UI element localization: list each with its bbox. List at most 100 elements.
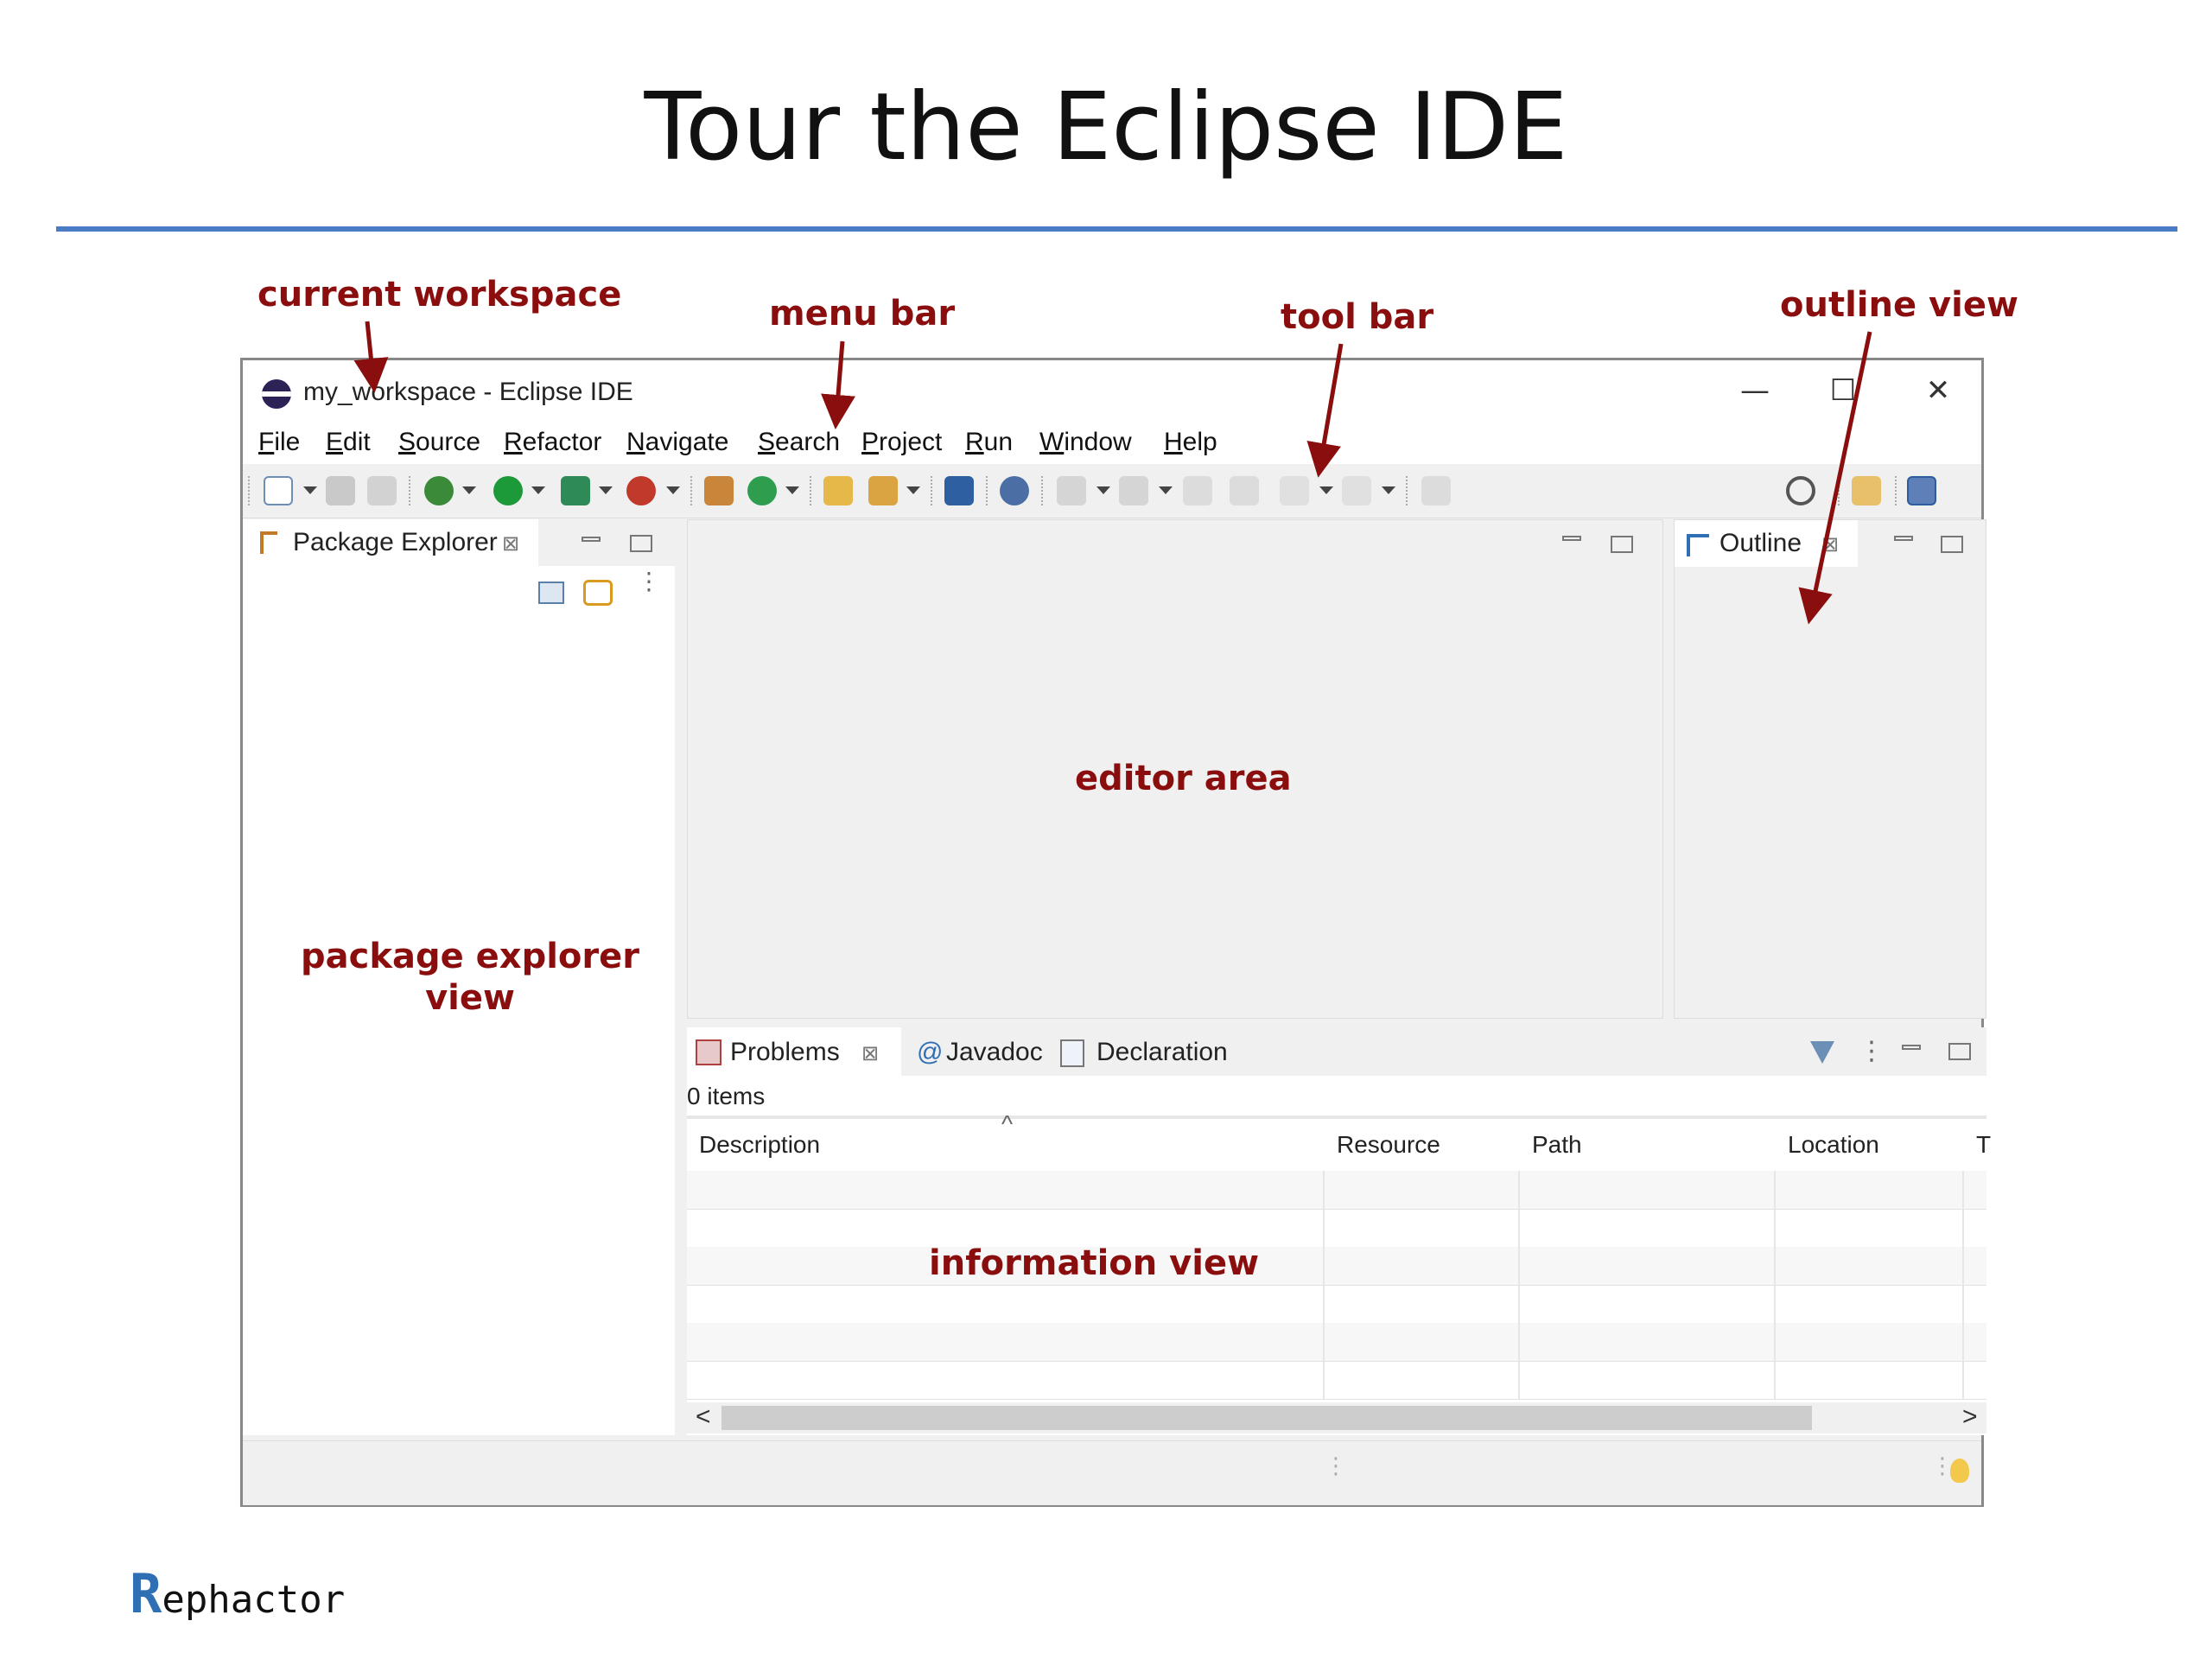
scroll-left-arrow-icon[interactable]: < bbox=[696, 1402, 711, 1432]
minimize-view-icon[interactable] bbox=[1902, 1045, 1921, 1050]
menu-refactor[interactable]: Refactor bbox=[504, 428, 601, 457]
scrollbar-thumb[interactable] bbox=[721, 1406, 1812, 1430]
close-button[interactable]: ✕ bbox=[1912, 371, 1964, 410]
last-edit-icon[interactable] bbox=[1183, 476, 1212, 505]
table-row bbox=[687, 1247, 1986, 1286]
package-explorer-icon bbox=[260, 531, 277, 554]
menu-bar: File Edit Source Refactor Navigate Searc… bbox=[243, 421, 1981, 464]
close-icon[interactable]: ⊠ bbox=[1821, 532, 1839, 556]
link-with-editor-icon[interactable] bbox=[583, 580, 613, 606]
open-task-icon[interactable] bbox=[868, 476, 898, 505]
open-perspective-icon[interactable] bbox=[1852, 476, 1881, 505]
menu-run[interactable]: Run bbox=[965, 428, 1013, 457]
close-icon[interactable]: ⊠ bbox=[861, 1041, 879, 1065]
chevron-down-icon[interactable] bbox=[1319, 486, 1333, 494]
forward-arrow-icon[interactable] bbox=[1342, 476, 1371, 505]
editor-area[interactable]: editor area bbox=[687, 519, 1663, 1019]
chevron-down-icon[interactable] bbox=[1096, 486, 1110, 494]
pin-editor-icon[interactable] bbox=[1421, 476, 1451, 505]
java-perspective-icon[interactable] bbox=[1907, 476, 1936, 505]
menu-search[interactable]: Search bbox=[758, 428, 840, 457]
outline-view: Outline ⊠ bbox=[1674, 519, 1986, 1019]
column-description[interactable]: Description bbox=[699, 1131, 820, 1159]
filter-icon[interactable] bbox=[1810, 1041, 1834, 1064]
save-icon[interactable] bbox=[326, 476, 355, 505]
title-bar: my_workspace - Eclipse IDE — ☐ ✕ bbox=[243, 360, 1981, 421]
toggle-mark-occurrences-icon[interactable] bbox=[1000, 476, 1029, 505]
window-title: my_workspace - Eclipse IDE bbox=[303, 378, 633, 406]
previous-annotation-icon[interactable] bbox=[1119, 476, 1148, 505]
table-row bbox=[687, 1285, 1986, 1324]
problems-table-header: Description ^ Resource Path Location T bbox=[687, 1110, 1991, 1171]
toolbar-separator bbox=[986, 476, 989, 505]
chevron-down-icon[interactable] bbox=[303, 486, 317, 494]
back-arrow-icon[interactable] bbox=[1280, 476, 1309, 505]
coverage-icon[interactable] bbox=[561, 476, 590, 505]
callout-information-view: information view bbox=[929, 1243, 1260, 1283]
new-class-icon[interactable] bbox=[747, 476, 777, 505]
scroll-right-arrow-icon[interactable]: > bbox=[1962, 1402, 1978, 1432]
toolbar-separator bbox=[409, 476, 412, 505]
horizontal-scrollbar[interactable]: < > bbox=[687, 1402, 1986, 1433]
forward-edit-icon[interactable] bbox=[1230, 476, 1259, 505]
toolbar-separator bbox=[1041, 476, 1045, 505]
chevron-down-icon[interactable] bbox=[666, 486, 680, 494]
menu-file[interactable]: File bbox=[258, 428, 300, 457]
column-divider bbox=[1774, 1171, 1776, 1399]
minimize-button[interactable]: — bbox=[1729, 371, 1781, 410]
close-icon[interactable]: ⊠ bbox=[502, 531, 519, 556]
chevron-down-icon[interactable] bbox=[531, 486, 545, 494]
open-type-icon[interactable] bbox=[823, 476, 853, 505]
eclipse-window: my_workspace - Eclipse IDE — ☐ ✕ File Ed… bbox=[240, 358, 1991, 1507]
search-icon[interactable] bbox=[1786, 476, 1815, 505]
menu-project[interactable]: Project bbox=[861, 428, 942, 457]
maximize-view-icon[interactable] bbox=[630, 535, 652, 552]
chevron-down-icon[interactable] bbox=[462, 486, 476, 494]
lightbulb-icon[interactable] bbox=[1950, 1459, 1969, 1483]
toolbar-separator bbox=[1406, 476, 1409, 505]
menu-navigate[interactable]: Navigate bbox=[626, 428, 728, 457]
debug-icon[interactable] bbox=[424, 476, 454, 505]
package-explorer-tab[interactable]: Package Explorer ⊠ bbox=[243, 519, 538, 566]
maximize-view-icon[interactable] bbox=[1611, 536, 1633, 553]
collapse-all-icon[interactable] bbox=[538, 582, 564, 604]
menu-help[interactable]: Help bbox=[1164, 428, 1217, 457]
chevron-down-icon[interactable] bbox=[599, 486, 613, 494]
minimize-view-icon[interactable] bbox=[1894, 536, 1913, 541]
chevron-down-icon[interactable] bbox=[906, 486, 920, 494]
minimize-view-icon[interactable] bbox=[582, 537, 601, 542]
open-console-icon[interactable] bbox=[944, 476, 974, 505]
outline-tab[interactable]: Outline ⊠ bbox=[1675, 520, 1858, 567]
maximize-button[interactable]: ☐ bbox=[1817, 371, 1869, 410]
column-path[interactable]: Path bbox=[1532, 1131, 1582, 1159]
column-type[interactable]: T bbox=[1976, 1131, 1991, 1159]
next-annotation-icon[interactable] bbox=[1057, 476, 1086, 505]
chevron-down-icon[interactable] bbox=[1159, 486, 1173, 494]
column-resource[interactable]: Resource bbox=[1337, 1131, 1440, 1159]
view-menu-icon[interactable]: ⋮ bbox=[1859, 1036, 1885, 1066]
view-menu-icon[interactable]: ⋮ bbox=[637, 569, 661, 594]
package-explorer-label: Package Explorer bbox=[293, 528, 498, 556]
column-location[interactable]: Location bbox=[1788, 1131, 1879, 1159]
menu-window[interactable]: Window bbox=[1039, 428, 1132, 457]
toolbar-separator bbox=[931, 476, 934, 505]
minimize-view-icon[interactable] bbox=[1562, 536, 1581, 541]
problems-tab[interactable]: Problems ⊠ bbox=[687, 1027, 901, 1076]
chevron-down-icon[interactable] bbox=[1382, 486, 1395, 494]
chevron-down-icon[interactable] bbox=[785, 486, 799, 494]
run-icon[interactable] bbox=[493, 476, 523, 505]
external-tools-icon[interactable] bbox=[626, 476, 656, 505]
callout-package-explorer-view: package explorer view bbox=[243, 936, 697, 1019]
maximize-view-icon[interactable] bbox=[1948, 1043, 1971, 1060]
javadoc-tab[interactable]: Javadoc bbox=[946, 1038, 1043, 1067]
item-count: 0 items bbox=[687, 1083, 766, 1109]
save-all-icon[interactable] bbox=[367, 476, 397, 505]
declaration-tab[interactable]: Declaration bbox=[1096, 1038, 1228, 1067]
new-package-icon[interactable] bbox=[704, 476, 734, 505]
toolbar-separator bbox=[810, 476, 813, 505]
menu-source[interactable]: Source bbox=[398, 428, 480, 457]
table-row bbox=[687, 1171, 1986, 1210]
new-file-icon[interactable] bbox=[264, 476, 293, 505]
menu-edit[interactable]: Edit bbox=[326, 428, 371, 457]
maximize-view-icon[interactable] bbox=[1941, 536, 1963, 553]
